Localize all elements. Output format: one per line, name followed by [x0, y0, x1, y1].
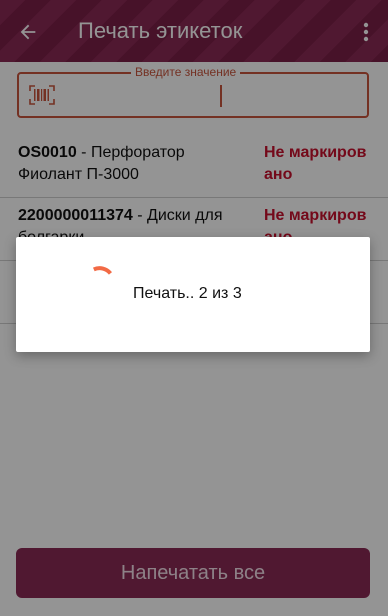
progress-message: Печать.. 2 из 3 — [133, 285, 242, 302]
loading-spinner-icon — [92, 266, 113, 275]
progress-dialog: Печать.. 2 из 3 — [16, 237, 370, 352]
